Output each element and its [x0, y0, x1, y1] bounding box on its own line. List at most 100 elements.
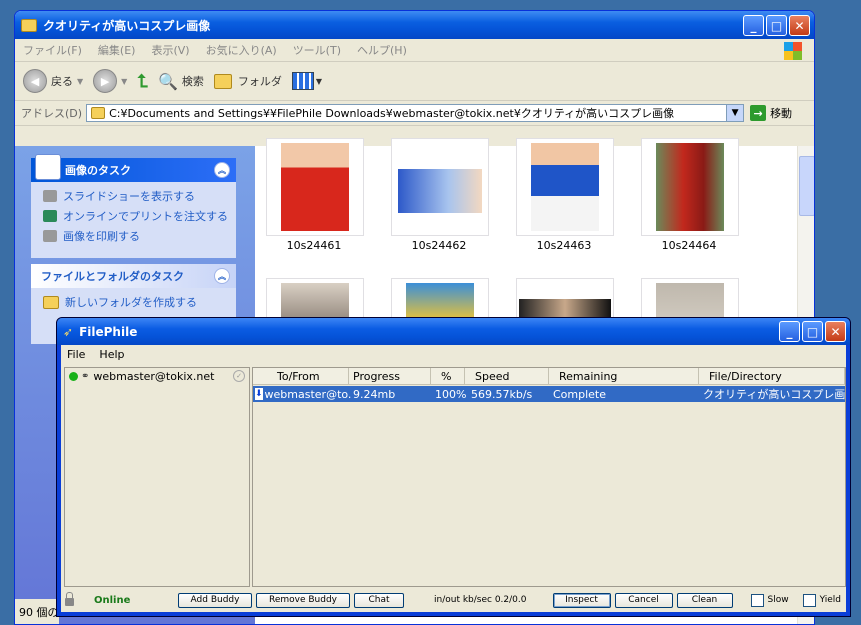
filephile-title-bar[interactable]: ➶ FilePhile _ □ ✕ — [57, 318, 850, 345]
cancel-button[interactable]: Cancel — [614, 592, 673, 608]
folder-icon — [21, 18, 37, 32]
address-label: アドレス(D) — [21, 107, 83, 120]
remove-buddy-button[interactable]: Remove Buddy — [256, 592, 350, 608]
filephile-window: ➶ FilePhile _ □ ✕ File Help ⚭ webmaster@… — [56, 317, 851, 617]
yield-checkbox[interactable] — [802, 593, 816, 607]
filephile-body: File Help ⚭ webmaster@tokix.net ✓ To/Fro… — [61, 345, 846, 612]
col-speed[interactable]: Speed — [465, 368, 549, 385]
minimize-button[interactable]: _ — [743, 15, 764, 36]
menu-favorites[interactable]: お気に入り(A) — [206, 42, 277, 58]
address-value: C:¥Documents and Settings¥¥FilePhile Dow… — [109, 107, 675, 120]
thumbnail-item[interactable] — [266, 138, 364, 236]
collapse-icon[interactable]: ︽ — [214, 162, 230, 178]
online-status-icon — [69, 371, 78, 381]
chevron-down-icon: ▼ — [315, 76, 323, 86]
folders-button[interactable]: フォルダ — [213, 73, 282, 89]
chat-button[interactable]: Chat — [354, 592, 404, 608]
thumbnail-image — [398, 169, 482, 213]
menu-file[interactable]: ファイル(F) — [23, 42, 82, 58]
menu-view[interactable]: 表示(V) — [151, 42, 189, 58]
task-slideshow[interactable]: スライドショーを表示する — [31, 186, 236, 206]
cell-speed: 569.57kb/s — [471, 387, 533, 401]
slow-checkbox[interactable] — [750, 593, 764, 607]
task-print[interactable]: 画像を印刷する — [31, 226, 236, 246]
thumbnail-item[interactable] — [391, 138, 489, 236]
filephile-status-bar: Online Add Buddy Remove Buddy Chat in/ou… — [61, 589, 846, 611]
address-input[interactable]: C:¥Documents and Settings¥¥FilePhile Dow… — [86, 104, 745, 122]
buddy-list[interactable]: ⚭ webmaster@tokix.net ✓ — [64, 367, 250, 587]
image-tasks-header[interactable]: 画像のタスク ︽ — [31, 154, 236, 182]
thumbnail-label[interactable]: 10s24463 — [516, 239, 612, 252]
chevron-down-icon: ▼ — [77, 76, 84, 86]
thumbnail-label[interactable]: 10s24461 — [266, 239, 362, 252]
address-bar: アドレス(D) C:¥Documents and Settings¥¥FileP… — [15, 101, 814, 126]
forward-button[interactable]: ▶ ▼ — [93, 69, 127, 93]
menu-edit[interactable]: 編集(E) — [98, 42, 136, 58]
explorer-title-bar[interactable]: クオリティが高いコスプレ画像 _ □ ✕ — [15, 11, 814, 39]
minimize-button[interactable]: _ — [779, 321, 800, 342]
menu-tools[interactable]: ツール(T) — [293, 42, 341, 58]
task-new-folder[interactable]: 新しいフォルダを作成する — [31, 292, 236, 312]
menu-help[interactable]: Help — [99, 348, 124, 361]
close-button[interactable]: ✕ — [789, 15, 810, 36]
buddy-name: webmaster@tokix.net — [93, 369, 215, 383]
clean-button[interactable]: Clean — [676, 592, 733, 608]
col-progress[interactable]: Progress — [349, 368, 431, 385]
thumbnail-item[interactable] — [641, 138, 739, 236]
table-row[interactable]: ⬇ webmaster@to... 9.24mb 100% 569.57kb/s… — [253, 386, 845, 402]
transfer-list: To/From Progress % Speed Remaining File/… — [252, 367, 846, 587]
task-order-prints[interactable]: オンラインでプリントを注文する — [31, 206, 236, 226]
explorer-title: クオリティが高いコスプレ画像 — [43, 18, 211, 33]
back-label: 戻る — [51, 75, 73, 88]
maximize-button[interactable]: □ — [766, 15, 787, 36]
thumbnail-image — [281, 143, 349, 231]
menu-file[interactable]: File — [67, 348, 85, 361]
task-new-folder-label: 新しいフォルダを作成する — [65, 296, 197, 309]
forward-arrow-icon: ▶ — [93, 69, 118, 93]
speed-readout: in/out kb/sec 0.2/0.0 — [434, 595, 527, 605]
filephile-title: FilePhile — [79, 324, 138, 339]
image-tasks-icon — [35, 154, 61, 180]
buddy-item[interactable]: ⚭ webmaster@tokix.net ✓ — [65, 368, 249, 384]
folder-icon — [213, 73, 232, 89]
address-dropdown-icon[interactable]: ▼ — [726, 105, 744, 121]
file-tasks-header[interactable]: ファイルとフォルダのタスク ︽ — [31, 264, 236, 288]
menu-help[interactable]: ヘルプ(H) — [357, 42, 407, 58]
col-percent[interactable]: % — [431, 368, 465, 385]
go-arrow-icon: → — [750, 105, 767, 121]
back-button[interactable]: ◀ 戻る ▼ — [23, 69, 83, 93]
windows-logo-icon — [784, 42, 802, 60]
inspect-button[interactable]: Inspect — [552, 592, 611, 608]
cell-remaining: Complete — [553, 387, 607, 401]
views-grid-icon — [291, 72, 314, 90]
go-button[interactable]: → 移動 — [750, 105, 792, 121]
up-arrow-icon: ⮤ — [137, 70, 148, 92]
collapse-icon[interactable]: ︽ — [214, 268, 230, 284]
col-remaining[interactable]: Remaining — [549, 368, 699, 385]
add-buddy-button[interactable]: Add Buddy — [178, 592, 252, 608]
cell-percent: 100% — [435, 387, 467, 401]
col-to-from[interactable]: To/From — [253, 368, 349, 385]
views-button[interactable]: ▼ — [291, 72, 323, 90]
close-button[interactable]: ✕ — [825, 321, 846, 342]
printer-icon — [43, 230, 57, 242]
filephile-menubar: File Help — [61, 345, 846, 363]
scrollbar-thumb[interactable] — [799, 156, 814, 216]
thumbnail-label[interactable]: 10s24464 — [641, 239, 737, 252]
search-icon: 🔍 — [157, 71, 178, 91]
thumbnail-label[interactable]: 10s24462 — [391, 239, 487, 252]
thumbnail-item[interactable] — [516, 138, 614, 236]
globe-icon — [43, 210, 57, 222]
col-file-directory[interactable]: File/Directory — [699, 368, 845, 385]
yield-label: Yield — [819, 595, 842, 605]
maximize-button[interactable]: □ — [802, 321, 823, 342]
check-icon: ✓ — [233, 370, 245, 382]
up-folder-button[interactable]: ⮤ — [137, 71, 148, 92]
folders-label: フォルダ — [237, 75, 282, 88]
folder-icon — [43, 295, 59, 309]
explorer-menubar: ファイル(F) 編集(E) 表示(V) お気に入り(A) ツール(T) ヘルプ(… — [15, 39, 814, 62]
download-icon: ⬇ — [255, 388, 263, 400]
task-order-prints-label: オンラインでプリントを注文する — [63, 210, 228, 223]
search-button[interactable]: 🔍 検索 — [158, 72, 204, 91]
back-arrow-icon: ◀ — [23, 69, 47, 93]
